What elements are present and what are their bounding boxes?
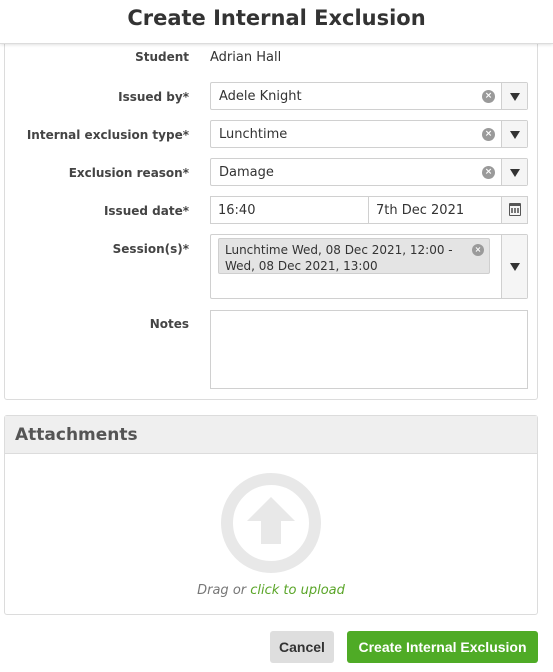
clear-icon[interactable]: × xyxy=(482,90,495,103)
session-chip-label: Lunchtime Wed, 08 Dec 2021, 12:00 - Wed,… xyxy=(225,243,453,273)
notes-textarea[interactable] xyxy=(210,310,528,389)
issued-date-input[interactable]: 7th Dec 2021 xyxy=(368,196,528,224)
issued-time-input[interactable]: 16:40 xyxy=(210,196,369,224)
issued-by-select[interactable]: Adele Knight × xyxy=(210,82,528,110)
upload-icon[interactable] xyxy=(221,473,321,573)
calendar-icon xyxy=(509,203,521,216)
student-label: Student xyxy=(135,50,189,64)
upload-arrow-stem xyxy=(261,520,281,544)
issued-date-value: 7th Dec 2021 xyxy=(376,203,465,218)
exclusion-type-select[interactable]: Lunchtime × xyxy=(210,120,528,148)
exclusion-type-label: Internal exclusion type* xyxy=(26,128,189,142)
issued-time-value: 16:40 xyxy=(218,203,256,218)
exclusion-reason-label: Exclusion reason* xyxy=(68,166,189,180)
dialog-title: Create Internal Exclusion xyxy=(127,6,426,30)
cancel-button[interactable]: Cancel xyxy=(270,631,334,663)
drag-text: Drag or xyxy=(197,583,251,598)
exclusion-reason-select[interactable]: Damage × xyxy=(210,158,528,186)
sessions-multiselect[interactable]: Lunchtime Wed, 08 Dec 2021, 12:00 - Wed,… xyxy=(210,234,528,299)
notes-label: Notes xyxy=(149,317,189,331)
attachments-title: Attachments xyxy=(15,425,138,445)
clear-icon[interactable]: × xyxy=(482,128,495,141)
calendar-button[interactable] xyxy=(501,197,527,223)
dropdown-button[interactable] xyxy=(501,159,527,185)
issued-by-label: Issued by* xyxy=(118,90,189,104)
attachments-header: Attachments xyxy=(5,416,537,454)
triangle-down-icon xyxy=(510,263,520,271)
exclusion-reason-value: Damage xyxy=(219,165,274,180)
exclusion-form: Student Adrian Hall Issued by* Adele Kni… xyxy=(4,30,538,400)
dropdown-button[interactable] xyxy=(501,235,527,298)
exclusion-type-value: Lunchtime xyxy=(219,127,288,142)
triangle-down-icon xyxy=(510,131,520,139)
issued-date-label: Issued date* xyxy=(103,204,189,218)
sessions-label: Session(s)* xyxy=(112,242,189,256)
create-exclusion-button[interactable]: Create Internal Exclusion xyxy=(347,631,538,663)
dropdown-button[interactable] xyxy=(501,121,527,147)
student-value: Adrian Hall xyxy=(210,50,282,65)
session-chip: Lunchtime Wed, 08 Dec 2021, 12:00 - Wed,… xyxy=(218,238,490,274)
triangle-down-icon xyxy=(510,93,520,101)
upload-arrow-head xyxy=(247,497,295,521)
attachments-panel: Attachments Drag or click to upload xyxy=(4,415,538,615)
dialog-header: Create Internal Exclusion xyxy=(0,0,553,44)
issued-by-value: Adele Knight xyxy=(219,89,302,104)
clear-icon[interactable]: × xyxy=(472,244,484,256)
clear-icon[interactable]: × xyxy=(482,166,495,179)
triangle-down-icon xyxy=(510,169,520,177)
dropdown-button[interactable] xyxy=(501,83,527,109)
upload-instructions: Drag or click to upload xyxy=(5,583,537,598)
upload-link[interactable]: click to upload xyxy=(250,583,345,598)
